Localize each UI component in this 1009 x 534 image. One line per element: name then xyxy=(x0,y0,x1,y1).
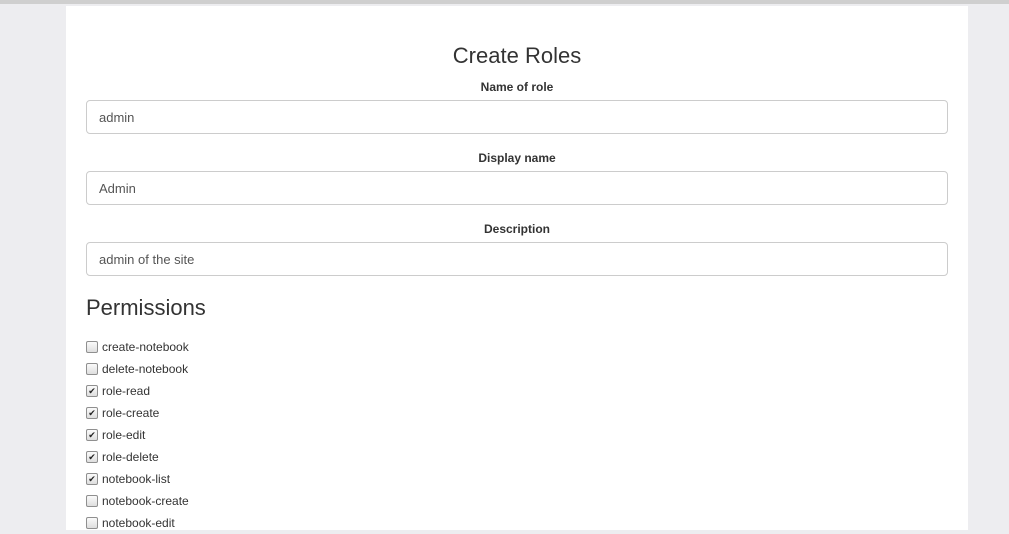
permission-checkbox[interactable] xyxy=(86,495,98,507)
permission-item[interactable]: delete-notebook xyxy=(86,358,189,380)
display-name-label: Display name xyxy=(478,151,556,165)
permission-label: delete-notebook xyxy=(102,362,189,376)
permission-label: role-edit xyxy=(102,428,146,442)
description-label: Description xyxy=(483,222,550,236)
page-title: Create Roles xyxy=(452,43,582,68)
permission-item[interactable]: create-notebook xyxy=(86,336,189,358)
permission-label: notebook-edit xyxy=(102,516,175,530)
browser-top-border xyxy=(0,0,1009,4)
permission-item[interactable]: ✔ role-create xyxy=(86,402,189,424)
permission-label: create-notebook xyxy=(102,340,189,354)
permission-item[interactable]: notebook-create xyxy=(86,490,189,512)
permission-label: role-delete xyxy=(102,450,159,464)
name-of-role-label: Name of role xyxy=(480,80,554,94)
permission-checkbox[interactable] xyxy=(86,517,98,529)
permission-label: notebook-create xyxy=(102,494,189,508)
permission-checkbox-checked[interactable]: ✔ xyxy=(86,407,98,419)
display-name-input[interactable] xyxy=(86,171,948,205)
permission-label: role-create xyxy=(102,406,160,420)
permission-label: notebook-list xyxy=(102,472,171,486)
permission-label: role-read xyxy=(102,384,151,398)
permission-checkbox[interactable] xyxy=(86,341,98,353)
permission-item[interactable]: ✔ role-edit xyxy=(86,424,189,446)
permission-checkbox-checked[interactable]: ✔ xyxy=(86,429,98,441)
description-input[interactable] xyxy=(86,242,948,276)
permission-checkbox-checked[interactable]: ✔ xyxy=(86,451,98,463)
create-role-panel: Create Roles Name of role Display name D… xyxy=(66,6,968,530)
permissions-heading: Permissions xyxy=(86,295,206,320)
permission-item[interactable]: ✔ role-delete xyxy=(86,446,189,468)
permission-checkbox-checked[interactable]: ✔ xyxy=(86,385,98,397)
permission-item[interactable]: ✔ notebook-list xyxy=(86,468,189,490)
permissions-list: create-notebook delete-notebook ✔ role-re… xyxy=(86,336,189,534)
permission-checkbox[interactable] xyxy=(86,363,98,375)
permission-item[interactable]: notebook-edit xyxy=(86,512,189,534)
permission-item[interactable]: ✔ role-read xyxy=(86,380,189,402)
permission-checkbox-checked[interactable]: ✔ xyxy=(86,473,98,485)
name-of-role-input[interactable] xyxy=(86,100,948,134)
